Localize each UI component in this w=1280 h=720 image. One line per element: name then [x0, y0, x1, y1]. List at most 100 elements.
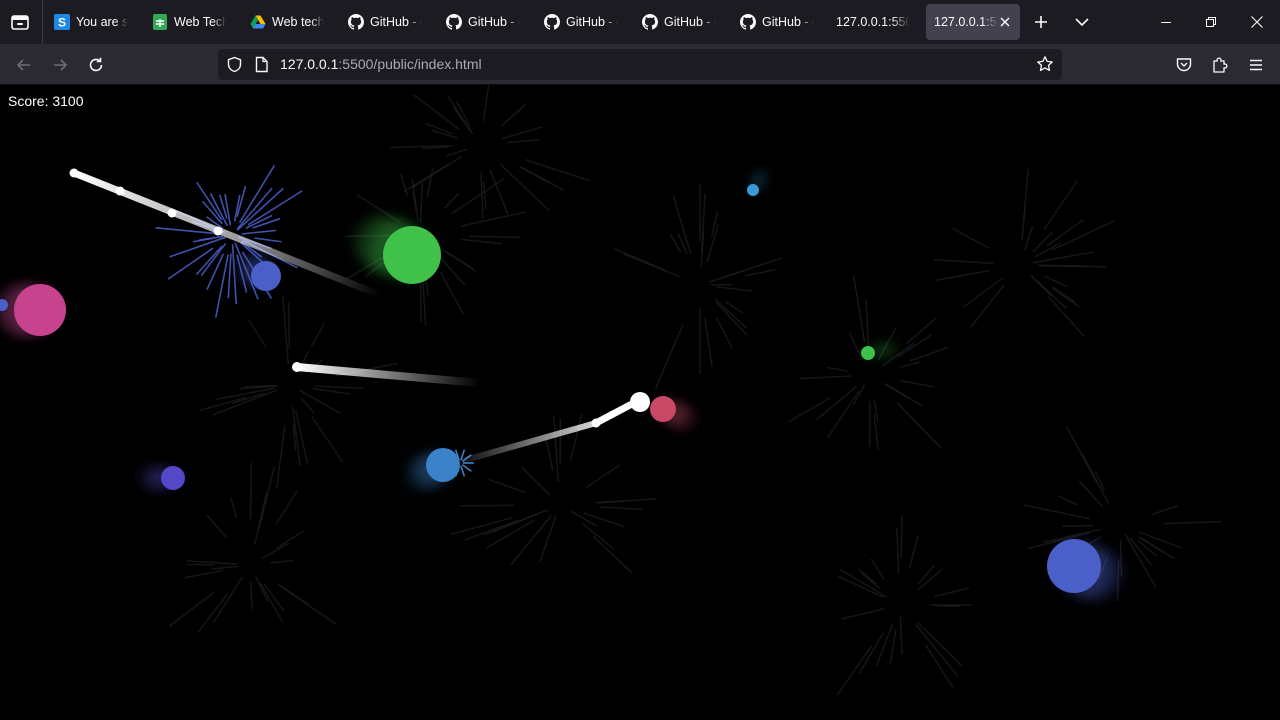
back-button[interactable] [12, 53, 36, 77]
chevron-down-icon [1075, 18, 1089, 27]
debris-streak [951, 227, 990, 249]
close-tab-icon[interactable] [998, 15, 1012, 29]
restore-icon [1206, 17, 1216, 27]
debris-streak [915, 624, 959, 677]
debris-streak [444, 192, 459, 209]
tab-4[interactable]: GitHub - c [340, 4, 430, 40]
explosion-particle [224, 194, 232, 226]
debris-streak [460, 211, 527, 227]
reload-button[interactable] [84, 53, 108, 77]
game-scene [0, 85, 1222, 696]
pocket-button[interactable] [1172, 53, 1196, 77]
extensions-button[interactable] [1208, 53, 1232, 77]
debris-streak [1151, 505, 1179, 516]
debris-streak [716, 317, 734, 350]
debris-streak [704, 317, 713, 368]
google-drive-icon [250, 14, 266, 30]
tab-strip: S You are sig Web Techn Web tech GitHub - c G… [0, 0, 1280, 44]
debris-streak [596, 500, 624, 504]
debris-streak [520, 166, 550, 184]
debris-streak [538, 515, 557, 563]
projectile-trail [293, 363, 484, 387]
debris-streak [501, 126, 543, 140]
new-tab-button[interactable] [1030, 11, 1052, 33]
enemy-green [353, 214, 441, 284]
tab-3[interactable]: Web tech [242, 4, 332, 40]
debris-streak [861, 572, 881, 590]
explosion-particle [241, 229, 276, 235]
debris-streak [898, 333, 933, 358]
debris-streak [836, 644, 873, 696]
address-bar[interactable]: 127.0.0.1:5500/public/index.html [218, 49, 1062, 80]
debris-streak [899, 361, 921, 369]
debris-streak [469, 235, 521, 239]
tab-title: 127.0.0.1:5500 [836, 15, 910, 29]
github-icon [348, 14, 364, 30]
debris-streak [261, 542, 290, 559]
tab-6[interactable]: GitHub - c [536, 4, 626, 40]
sheets-icon [152, 14, 168, 30]
debris-streak [250, 581, 253, 610]
tab-8[interactable]: GitHub - c [732, 4, 822, 40]
debris-streak [186, 560, 237, 565]
explosion-particle [238, 164, 276, 223]
debris-streak [488, 478, 527, 494]
restore-button[interactable] [1201, 12, 1221, 32]
back-arrow-icon [16, 59, 30, 71]
forward-button[interactable] [48, 53, 72, 77]
tab-9[interactable]: 127.0.0.1:5500 [828, 4, 918, 40]
projectile [167, 208, 177, 218]
debris-streak [253, 492, 268, 545]
tab-title: GitHub - c [566, 15, 618, 29]
player [630, 392, 650, 412]
debris-streak [841, 608, 885, 620]
game-canvas[interactable]: Score: 3100 [0, 85, 1280, 720]
bookmark-star-icon[interactable] [1036, 55, 1054, 73]
tab-title: You are sig [76, 15, 128, 29]
debris-streak [1043, 179, 1079, 231]
debris-streak [838, 575, 884, 598]
debris-streak [312, 387, 351, 395]
debris-streak [917, 565, 935, 585]
debris-streak [970, 285, 1005, 328]
tab-5[interactable]: GitHub - c [438, 4, 528, 40]
list-all-tabs-button[interactable] [1071, 11, 1093, 33]
github-icon [642, 14, 658, 30]
close-icon [1251, 16, 1263, 28]
tab-2[interactable]: Web Techn [144, 4, 234, 40]
enemy-purple [139, 466, 185, 490]
debris-streak [570, 413, 583, 460]
minimize-button[interactable] [1156, 12, 1176, 32]
page-info-icon[interactable] [254, 56, 269, 73]
app-menu-button[interactable] [1244, 53, 1268, 77]
firefox-view-button[interactable] [8, 10, 32, 34]
enemy-pink [0, 284, 66, 336]
tab-title: GitHub - c [762, 15, 814, 29]
tab-1[interactable]: S You are sig [46, 4, 136, 40]
debris-streak [826, 366, 848, 372]
debris-streak [799, 375, 851, 380]
debris-streak [896, 402, 942, 449]
debris-streak [865, 299, 870, 347]
debris-streak [489, 169, 509, 215]
tab-10[interactable]: 127.0.0.1:55 [926, 4, 1020, 40]
debris-streak [717, 286, 752, 292]
debris-streak [499, 163, 550, 212]
url-text[interactable]: 127.0.0.1:5500/public/index.html [280, 56, 482, 73]
debris-streak [197, 593, 229, 633]
puzzle-piece-icon [1213, 57, 1228, 73]
debris-streak [310, 322, 326, 348]
tracking-protection-shield-icon[interactable] [226, 56, 243, 73]
debris-streak [276, 425, 286, 488]
debris-streak [275, 530, 305, 549]
close-window-button[interactable] [1247, 12, 1267, 32]
debris-streak [1081, 452, 1110, 504]
tab-title: 127.0.0.1:55 [934, 15, 998, 29]
tab-7[interactable]: GitHub - c [634, 4, 724, 40]
explosion-particle [231, 244, 238, 305]
explosion-particle [196, 181, 223, 221]
forward-arrow-icon [54, 59, 68, 71]
debris-streak [255, 576, 269, 602]
debris-streak [582, 522, 615, 550]
debris-streak [282, 296, 290, 365]
